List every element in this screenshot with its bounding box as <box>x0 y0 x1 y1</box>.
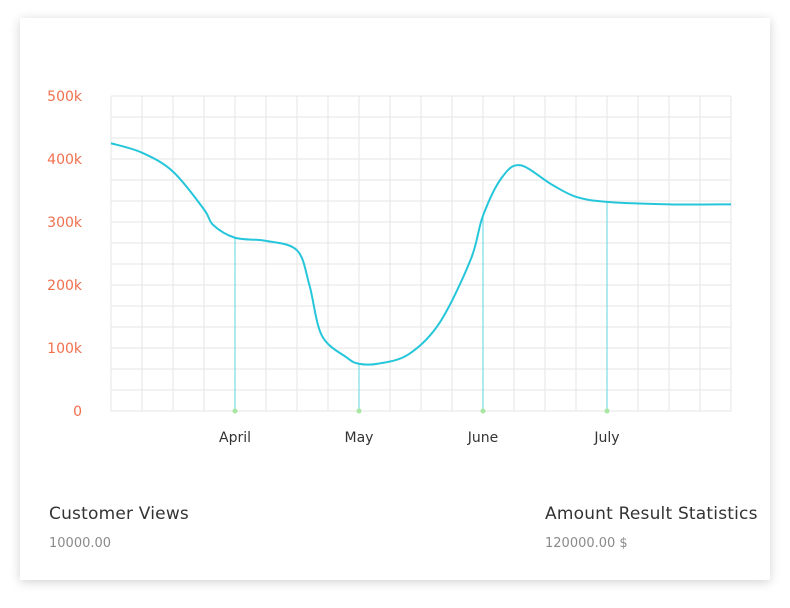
y-tick-label: 400k <box>47 152 83 168</box>
y-tick-label: 100k <box>47 341 83 357</box>
marker-dot <box>604 408 610 414</box>
customer-views-title: Customer Views <box>49 504 189 524</box>
amount-result-value: 120000.00 $ <box>545 536 628 551</box>
amount-result-title: Amount Result Statistics <box>545 504 758 524</box>
customer-views-value: 10000.00 <box>49 536 112 551</box>
amount-result-stat: Amount Result Statistics 120000.00 $ <box>545 504 758 551</box>
y-tick-label: 500k <box>47 89 83 105</box>
x-tick-label: April <box>219 430 251 446</box>
y-tick-label: 200k <box>47 278 83 294</box>
customer-views-stat: Customer Views 10000.00 <box>49 504 189 551</box>
x-tick-label: May <box>345 430 374 446</box>
marker-dot <box>232 408 238 414</box>
line-chart: 0 100k 200k 300k 400k 500k April May June July <box>47 89 732 446</box>
y-tick-label: 0 <box>73 404 82 420</box>
x-tick-label: July <box>593 430 619 446</box>
marker-dot <box>356 408 362 414</box>
x-tick-label: June <box>467 430 499 446</box>
marker-dot <box>480 408 486 414</box>
chart-card: 0 100k 200k 300k 400k 500k April May June July Cu… <box>20 18 770 580</box>
y-tick-label: 300k <box>47 215 83 231</box>
